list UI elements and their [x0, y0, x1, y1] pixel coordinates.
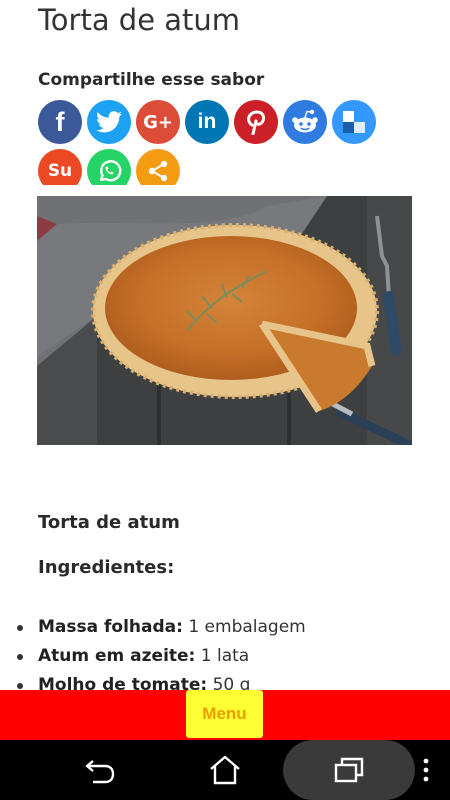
recents-button[interactable] [331, 752, 367, 788]
google-plus-share-button[interactable]: G+ [136, 100, 180, 144]
home-icon [210, 755, 240, 785]
whatsapp-icon [99, 160, 122, 182]
whatsapp-share-button[interactable] [87, 149, 131, 185]
pinterest-share-button[interactable] [234, 100, 278, 144]
twitter-icon [96, 111, 122, 133]
ingredient-quantity: 1 embalagem [182, 617, 306, 637]
home-button[interactable] [207, 752, 243, 788]
list-item: Massa folhada: 1 embalagem [0, 617, 306, 646]
linkedin-icon: in [197, 110, 217, 133]
menu-button[interactable]: Menu [186, 690, 263, 738]
ingredient-name: Massa folhada: [38, 617, 183, 637]
back-icon [85, 760, 115, 784]
facebook-icon: f [55, 106, 65, 137]
bullet [17, 654, 23, 660]
ingredient-quantity: 1 lata [195, 646, 250, 666]
bullet [17, 625, 23, 631]
ingredient-name: Atum em azeite: [38, 646, 196, 666]
share-icon [148, 160, 168, 182]
pinterest-icon [247, 110, 265, 135]
delicious-share-button[interactable] [332, 100, 376, 144]
facebook-share-button[interactable]: f [38, 100, 82, 144]
reddit-icon [292, 109, 318, 133]
ingredients-heading: Ingredientes: [38, 557, 175, 578]
page-title: Torta de atum [38, 3, 241, 37]
recents-icon [334, 757, 364, 783]
reddit-share-button[interactable] [283, 100, 327, 144]
more-share-button[interactable] [136, 149, 180, 185]
stumbleupon-share-button[interactable]: Su [38, 149, 82, 185]
share-buttons-row-2: Su [38, 149, 185, 185]
stumbleupon-icon: Su [47, 161, 73, 181]
google-plus-icon: G+ [143, 111, 173, 133]
bullet [17, 683, 23, 689]
back-button[interactable] [82, 752, 118, 788]
tuna-pie-photo [37, 196, 412, 445]
delicious-icon [343, 111, 365, 133]
recipe-title: Torta de atum [38, 512, 180, 533]
share-heading: Compartilhe esse sabor [38, 70, 265, 90]
twitter-share-button[interactable] [87, 100, 131, 144]
more-options-button[interactable] [420, 756, 432, 784]
more-vertical-icon [423, 758, 429, 782]
list-item: Atum em azeite: 1 lata [0, 646, 306, 675]
linkedin-share-button[interactable]: in [185, 100, 229, 144]
share-buttons-row-1: f G+ in [38, 100, 381, 144]
